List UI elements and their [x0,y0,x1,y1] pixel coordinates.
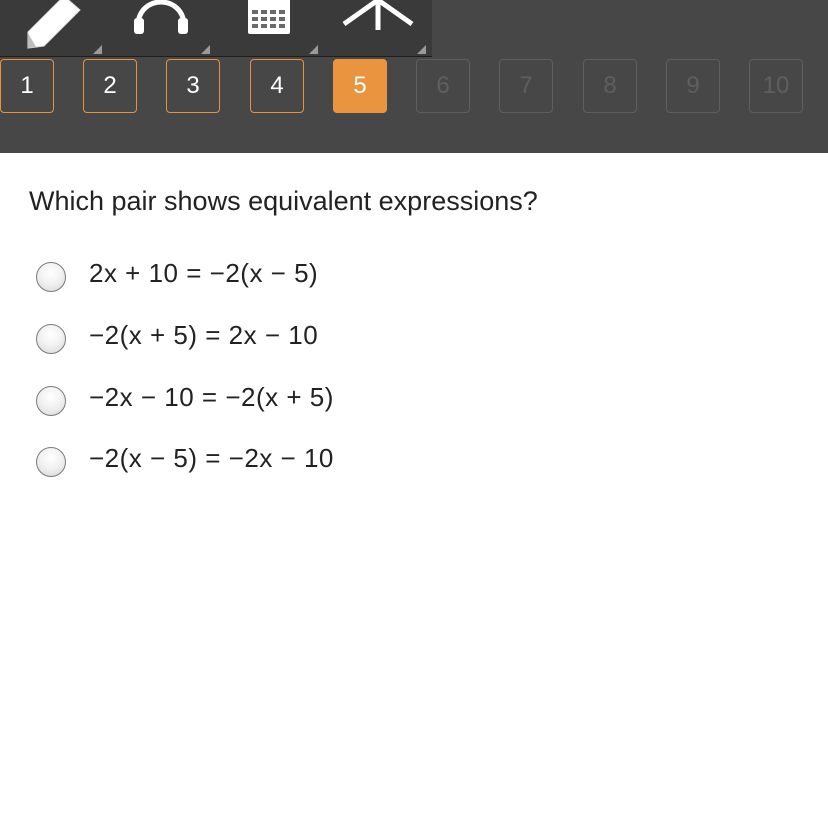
pencil-tool-button[interactable] [0,0,108,56]
radio-button[interactable] [36,447,66,477]
question-4-button[interactable]: 4 [250,59,304,113]
question-2-button[interactable]: 2 [83,59,137,113]
answer-option-2[interactable]: −2(x + 5) = 2x − 10 [36,320,636,360]
headphones-icon [134,0,188,34]
answer-option-1[interactable]: 2x + 10 = −2(x − 5) [36,258,636,298]
question-navigation: 1 2 3 4 5 6 7 8 9 10 [0,59,828,115]
reference-tool-button[interactable] [324,0,432,56]
option-expression: −2x − 10 = −2(x + 5) [89,382,334,412]
question-1-button[interactable]: 1 [0,59,54,113]
question-5-button[interactable]: 5 [333,59,387,113]
tool-menu-indicator [201,45,210,54]
radio-button[interactable] [36,386,66,416]
pencil-icon [27,0,81,49]
question-6-button: 6 [416,59,470,113]
tool-menu-indicator [309,45,318,54]
headphones-tool-button[interactable] [108,0,216,56]
option-expression: −2(x + 5) = 2x − 10 [89,320,319,350]
answer-option-3[interactable]: −2x − 10 = −2(x + 5) [36,382,636,422]
reference-icon [342,0,414,30]
question-8-button: 8 [583,59,637,113]
top-bar: 1 2 3 4 5 6 7 8 9 10 [0,0,828,153]
toolbar [0,0,432,57]
option-expression: −2(x − 5) = −2x − 10 [89,443,334,473]
radio-button[interactable] [36,262,66,292]
question-10-button: 10 [749,59,803,113]
question-prompt: Which pair shows equivalent expressions? [29,186,538,216]
calculator-icon [248,0,290,34]
option-expression: 2x + 10 = −2(x − 5) [89,258,319,288]
question-7-button: 7 [499,59,553,113]
answer-option-4[interactable]: −2(x − 5) = −2x − 10 [36,443,636,483]
tool-menu-indicator [417,45,426,54]
question-9-button: 9 [666,59,720,113]
tool-menu-indicator [93,45,102,54]
question-3-button[interactable]: 3 [166,59,220,113]
radio-button[interactable] [36,324,66,354]
calculator-tool-button[interactable] [216,0,324,56]
